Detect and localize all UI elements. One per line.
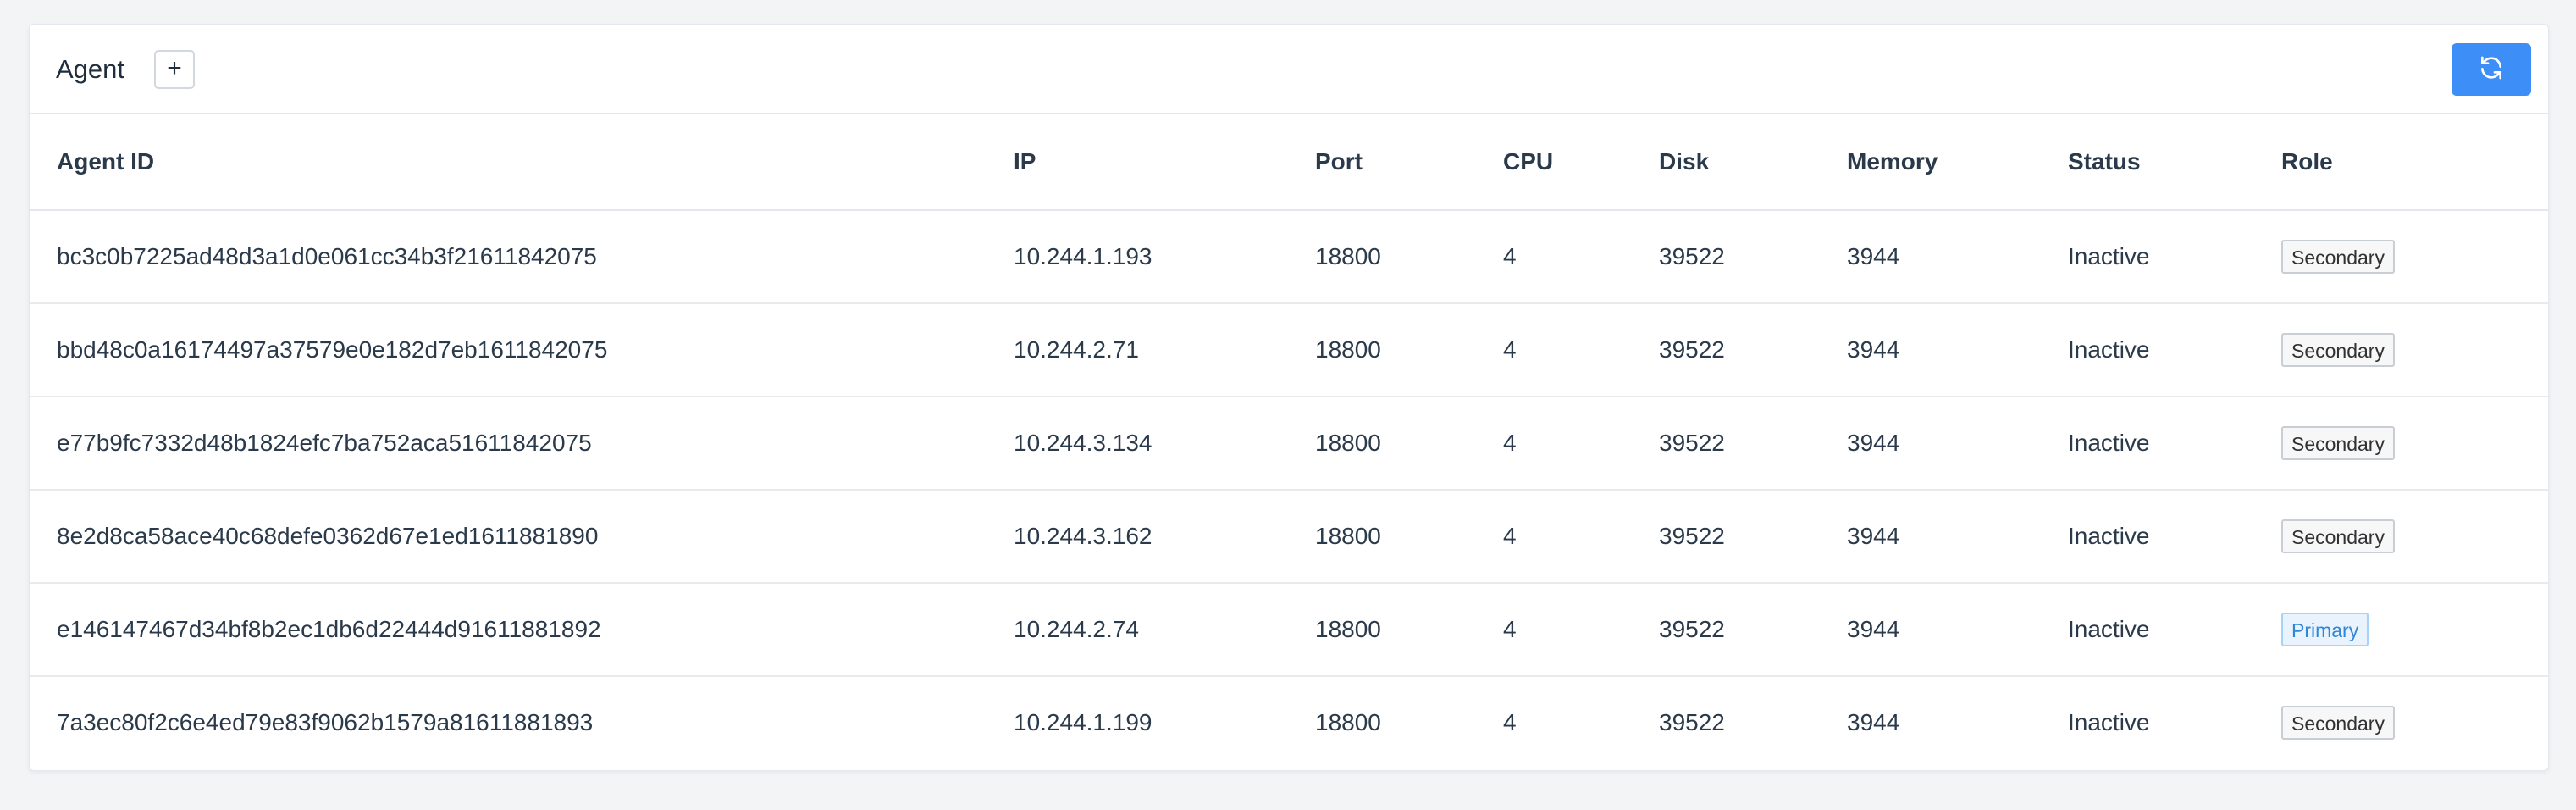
agent-id-cell: 7a3ec80f2c6e4ed79e83f9062b1579a816118818… — [57, 709, 594, 735]
ip-cell: 10.244.3.134 — [987, 397, 1288, 491]
ip-cell: 10.244.1.193 — [987, 210, 1288, 304]
role-badge-primary: Primary — [2281, 613, 2369, 646]
panel-header: Agent + — [30, 25, 2548, 114]
role-cell: Secondary — [2254, 397, 2548, 491]
ip-cell: 10.244.1.199 — [1014, 709, 1153, 735]
role-cell: Secondary — [2254, 303, 2548, 397]
status-cell: Inactive — [2041, 303, 2254, 397]
role-cell: Secondary — [2254, 210, 2548, 304]
status-cell: Inactive — [2041, 490, 2254, 584]
agent-id-cell: e77b9fc7332d48b1824efc7ba752aca516118420… — [30, 397, 987, 491]
role-badge: Secondary — [2281, 706, 2395, 740]
cpu-cell: 4 — [1503, 709, 1517, 735]
memory-cell: 3944 — [1820, 583, 2041, 677]
disk-cell: 39522 — [1632, 303, 1820, 397]
disk-cell: 39522 — [1659, 709, 1725, 735]
port-cell: 18800 — [1315, 709, 1381, 735]
table-row[interactable]: e77b9fc7332d48b1824efc7ba752aca516118420… — [30, 397, 2548, 491]
role-badge: Secondary — [2281, 240, 2395, 274]
role-cell: Primary — [2254, 583, 2548, 677]
cpu-cell: 4 — [1476, 397, 1632, 491]
cpu-cell: 4 — [1476, 303, 1632, 397]
memory-cell: 3944 — [1847, 709, 1900, 735]
memory-cell: 3944 — [1820, 397, 2041, 491]
cpu-cell: 4 — [1476, 490, 1632, 584]
port-cell: 18800 — [1288, 490, 1476, 584]
column-header-cpu[interactable]: CPU — [1476, 114, 1632, 211]
memory-cell: 3944 — [1820, 490, 2041, 584]
column-header-status[interactable]: Status — [2041, 114, 2254, 211]
role-badge: Secondary — [2281, 333, 2395, 367]
table-row[interactable]: bc3c0b7225ad48d3a1d0e061cc34b3f216118420… — [30, 210, 2548, 304]
status-cell: Inactive — [2041, 210, 2254, 304]
ip-cell: 10.244.2.74 — [987, 583, 1288, 677]
table-row[interactable]: 7a3ec80f2c6e4ed79e83f9062b1579a816118818… — [30, 676, 2548, 768]
agent-id-cell: bc3c0b7225ad48d3a1d0e061cc34b3f216118420… — [30, 210, 987, 304]
ip-cell: 10.244.2.71 — [987, 303, 1288, 397]
table-header-row: Agent ID IP Port CPU Disk Memory Status … — [30, 114, 2548, 211]
disk-cell: 39522 — [1632, 490, 1820, 584]
status-cell: Inactive — [2041, 583, 2254, 677]
agent-panel: Agent + Agent ID IP Port CPU Disk Memory… — [29, 24, 2549, 771]
disk-cell: 39522 — [1632, 210, 1820, 304]
column-header-agent-id[interactable]: Agent ID — [30, 114, 987, 211]
status-cell: Inactive — [2041, 397, 2254, 491]
table-row[interactable]: bbd48c0a16174497a37579e0e182d7eb16118420… — [30, 303, 2548, 397]
status-cell: Inactive — [2068, 709, 2150, 735]
disk-cell: 39522 — [1632, 583, 1820, 677]
agent-id-cell: 8e2d8ca58ace40c68defe0362d67e1ed16118818… — [30, 490, 987, 584]
column-header-port[interactable]: Port — [1288, 114, 1476, 211]
memory-cell: 3944 — [1820, 210, 2041, 304]
agent-id-cell: e146147467d34bf8b2ec1db6d22444d916118818… — [30, 583, 987, 677]
cpu-cell: 4 — [1476, 210, 1632, 304]
role-cell: Secondary — [2254, 490, 2548, 584]
refresh-button[interactable] — [2452, 43, 2531, 96]
port-cell: 18800 — [1288, 303, 1476, 397]
table-row[interactable]: 8e2d8ca58ace40c68defe0362d67e1ed16118818… — [30, 490, 2548, 584]
cpu-cell: 4 — [1476, 583, 1632, 677]
role-cell: Secondary — [2254, 676, 2548, 768]
ip-cell: 10.244.3.162 — [987, 490, 1288, 584]
memory-cell: 3944 — [1820, 303, 2041, 397]
column-header-disk[interactable]: Disk — [1632, 114, 1820, 211]
refresh-icon — [2478, 54, 2505, 86]
add-agent-button[interactable]: + — [154, 50, 195, 89]
column-header-memory[interactable]: Memory — [1820, 114, 2041, 211]
table-row[interactable]: e146147467d34bf8b2ec1db6d22444d916118818… — [30, 583, 2548, 677]
port-cell: 18800 — [1288, 210, 1476, 304]
agent-id-cell: bbd48c0a16174497a37579e0e182d7eb16118420… — [30, 303, 987, 397]
page-title: Agent — [56, 54, 125, 84]
column-header-ip[interactable]: IP — [987, 114, 1288, 211]
agent-table: Agent ID IP Port CPU Disk Memory Status … — [30, 114, 2548, 768]
column-header-role[interactable]: Role — [2254, 114, 2548, 211]
role-badge: Secondary — [2281, 519, 2395, 553]
port-cell: 18800 — [1288, 397, 1476, 491]
port-cell: 18800 — [1288, 583, 1476, 677]
role-badge: Secondary — [2281, 426, 2395, 460]
disk-cell: 39522 — [1632, 397, 1820, 491]
